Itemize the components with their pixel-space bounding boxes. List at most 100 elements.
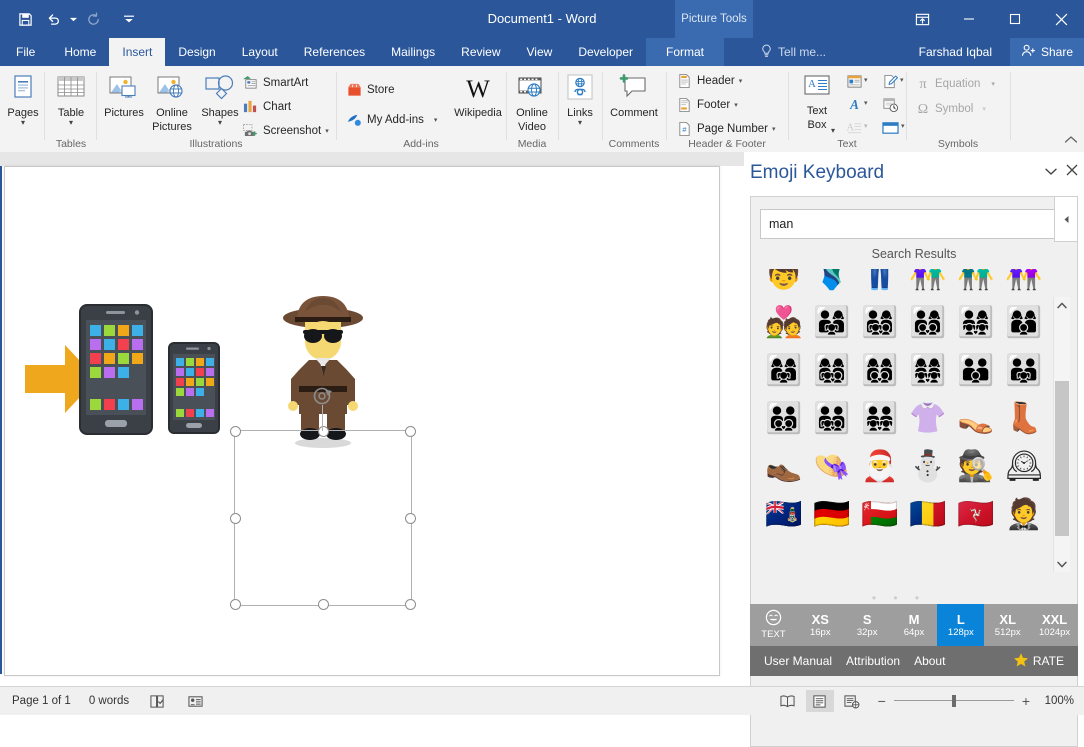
smartart-button[interactable]: SmartArt: [242, 73, 308, 92]
emoji-cell[interactable]: 👨‍👨‍👧‍👦: [808, 395, 856, 443]
text-box-button[interactable]: A Text Box: [791, 67, 843, 131]
emoji-cell[interactable]: ⛄: [904, 443, 952, 491]
pictures-button[interactable]: Pictures: [98, 69, 150, 119]
undo-icon[interactable]: [40, 6, 66, 32]
emoji-cell[interactable]: 🩱: [808, 269, 856, 299]
emoji-cell[interactable]: 👩‍👩‍👧‍👧: [904, 347, 952, 395]
emoji-cell[interactable]: 👫: [904, 269, 952, 299]
emoji-cell[interactable]: 👨‍👨‍👧‍👧: [856, 395, 904, 443]
links-button[interactable]: Links ▾: [554, 69, 606, 127]
equation-caret-icon[interactable]: ▾: [991, 80, 995, 88]
share-button[interactable]: Share: [1010, 38, 1084, 66]
emoji-cell[interactable]: 👨‍👩‍👦‍👦: [904, 299, 952, 347]
scroll-up-icon[interactable]: [1054, 297, 1070, 313]
wordart-icon[interactable]: A: [842, 94, 866, 115]
tab-home[interactable]: Home: [51, 38, 109, 66]
emoji-cell[interactable]: 🤵: [1000, 491, 1048, 539]
emoji-cell[interactable]: 🇮🇲: [952, 491, 1000, 539]
tab-references[interactable]: References: [291, 38, 378, 66]
web-layout-view-button[interactable]: [838, 690, 866, 712]
store-button[interactable]: Store: [346, 80, 395, 99]
signature-line-caret-icon[interactable]: ▾: [900, 76, 904, 84]
pages-button[interactable]: Pages ▾: [0, 69, 49, 127]
emoji-cell[interactable]: 🇩🇪: [808, 491, 856, 539]
resize-handle-se[interactable]: [405, 599, 416, 610]
shapes-button[interactable]: Shapes ▾: [194, 69, 246, 127]
size-option-s[interactable]: S 32px: [844, 604, 891, 646]
emoji-cell[interactable]: 👨‍👨‍👧: [1000, 347, 1048, 395]
object-icon[interactable]: [878, 117, 902, 138]
emoji-cell[interactable]: 🇰🇾: [760, 491, 808, 539]
image-selection-box[interactable]: [234, 430, 412, 606]
table-button[interactable]: Table ▾: [45, 69, 97, 127]
emoji-cell[interactable]: 👒: [808, 443, 856, 491]
close-icon[interactable]: [1038, 0, 1084, 38]
size-option-xxl[interactable]: XXL 1024px: [1031, 604, 1078, 646]
read-mode-view-button[interactable]: [774, 690, 802, 712]
screenshot-caret-icon[interactable]: ▾: [325, 127, 329, 135]
maximize-icon[interactable]: [992, 0, 1038, 38]
wordart-caret-icon[interactable]: ▾: [864, 99, 868, 107]
signature-line-icon[interactable]: [878, 71, 902, 92]
emoji-cell[interactable]: 👩‍👩‍👧‍👦: [808, 347, 856, 395]
pages-caret-icon[interactable]: ▾: [21, 119, 25, 127]
tab-file[interactable]: File: [0, 38, 51, 66]
redo-icon[interactable]: [80, 6, 106, 32]
word-count-label[interactable]: 0 words: [89, 695, 129, 707]
symbol-button[interactable]: Ω Symbol ▾: [914, 99, 986, 118]
size-option-text[interactable]: TEXT: [750, 604, 797, 646]
emoji-grid-scrollbar[interactable]: [1053, 297, 1070, 572]
tab-mailings[interactable]: Mailings: [378, 38, 448, 66]
proofing-errors-icon[interactable]: [147, 691, 167, 711]
page-number-button[interactable]: # Page Number ▾: [676, 119, 775, 138]
rotate-handle-icon[interactable]: [311, 385, 335, 410]
zoom-out-button[interactable]: −: [878, 693, 886, 709]
resize-handle-nw[interactable]: [230, 426, 241, 437]
document-page[interactable]: [4, 166, 720, 676]
about-link[interactable]: About: [914, 654, 945, 668]
resize-handle-ne[interactable]: [405, 426, 416, 437]
emoji-cell[interactable]: 👭: [1000, 269, 1048, 299]
comment-button[interactable]: Comment: [608, 69, 660, 119]
object-caret-icon[interactable]: ▾: [901, 122, 905, 130]
tab-view[interactable]: View: [514, 38, 566, 66]
page-count-label[interactable]: Page 1 of 1: [12, 695, 71, 707]
quick-parts-icon[interactable]: [842, 71, 866, 92]
emoji-search-input[interactable]: [760, 209, 1056, 239]
account-name[interactable]: Farshad Iqbal: [919, 38, 992, 66]
tab-layout[interactable]: Layout: [229, 38, 291, 66]
document-area[interactable]: [0, 152, 745, 686]
print-layout-view-button[interactable]: [806, 690, 834, 712]
equation-button[interactable]: π Equation ▾: [914, 74, 995, 93]
online-pictures-button[interactable]: Online Pictures: [146, 69, 198, 133]
my-addins-button[interactable]: My Add-ins ▾: [346, 110, 437, 129]
save-icon[interactable]: [12, 6, 38, 32]
quick-parts-caret-icon[interactable]: ▾: [864, 76, 868, 84]
page-number-caret-icon[interactable]: ▾: [772, 125, 776, 133]
collapse-ribbon-icon[interactable]: [1064, 135, 1078, 148]
chart-button[interactable]: Chart: [242, 97, 291, 116]
size-option-l[interactable]: L 128px: [937, 604, 984, 646]
emoji-cell[interactable]: 👞: [760, 443, 808, 491]
resize-handle-s[interactable]: [318, 599, 329, 610]
emoji-cell[interactable]: 🕰: [1000, 443, 1048, 491]
resize-handle-n[interactable]: [318, 426, 329, 437]
emoji-cell[interactable]: 🎅: [856, 443, 904, 491]
undo-dropdown-icon[interactable]: [68, 6, 78, 32]
tab-developer[interactable]: Developer: [565, 38, 646, 66]
rate-button[interactable]: RATE: [1013, 652, 1064, 671]
emoji-cell[interactable]: 👨‍👩‍👧: [808, 299, 856, 347]
emoji-cell[interactable]: 👦: [760, 269, 808, 299]
scrollbar-thumb[interactable]: [1055, 381, 1069, 536]
emoji-cell[interactable]: 🕵: [952, 443, 1000, 491]
accessibility-icon[interactable]: [185, 691, 205, 711]
emoji-cell[interactable]: 👨‍👩‍👧‍👦: [856, 299, 904, 347]
date-time-icon[interactable]: [878, 94, 902, 115]
emoji-cell[interactable]: 💑: [760, 299, 808, 347]
emoji-cell[interactable]: 👩‍👩‍👧: [760, 347, 808, 395]
online-video-button[interactable]: Online Video: [506, 69, 558, 133]
minimize-icon[interactable]: [946, 0, 992, 38]
text-box-caret-icon[interactable]: ▾: [831, 126, 835, 135]
symbol-caret-icon[interactable]: ▾: [982, 105, 986, 113]
emoji-cell[interactable]: 👬: [952, 269, 1000, 299]
